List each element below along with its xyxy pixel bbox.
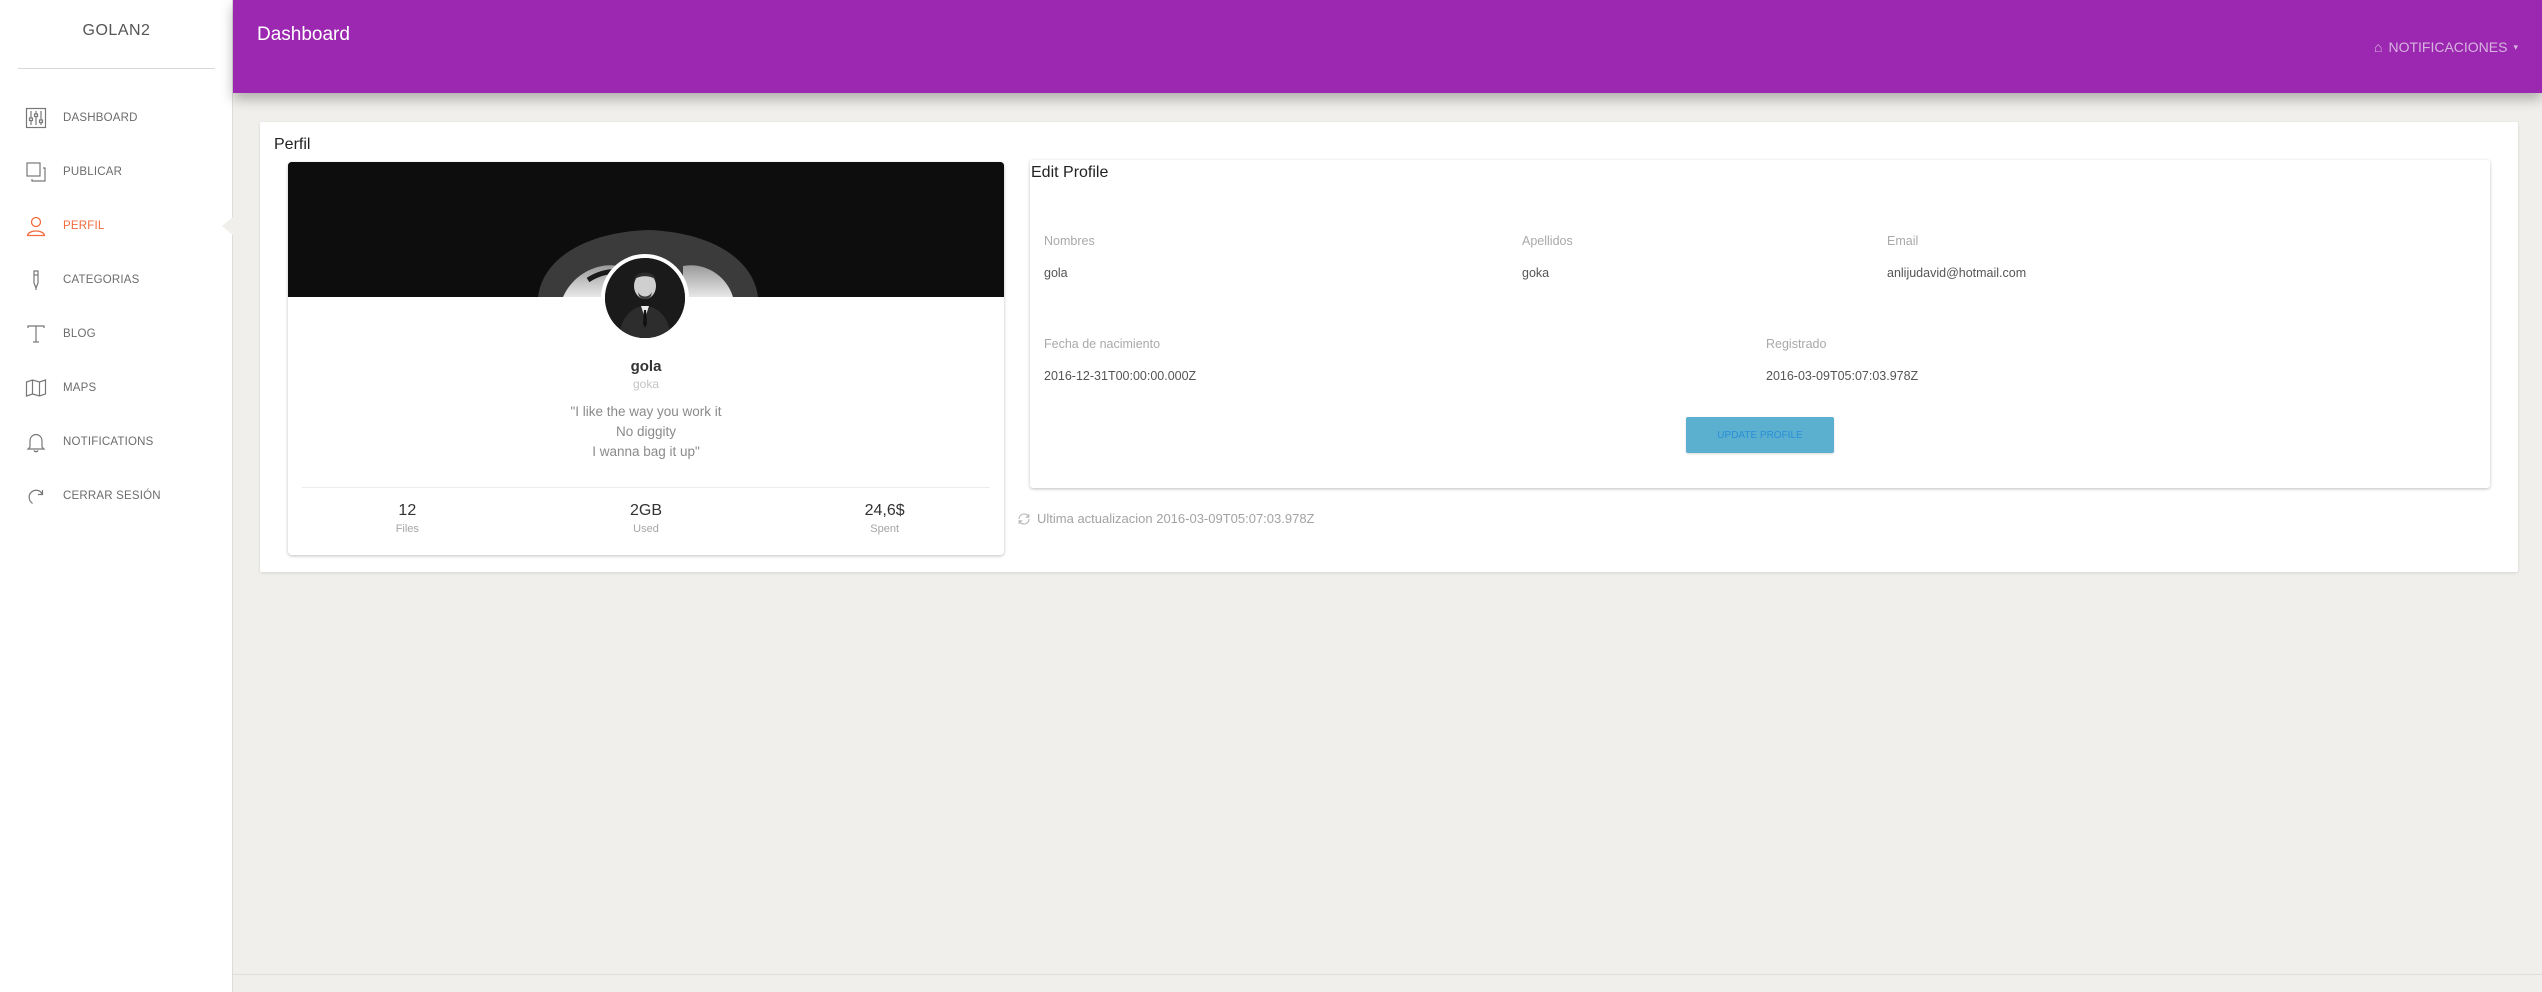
sidebar-item-label: MAPS — [63, 382, 97, 394]
quote-line: I wanna bag it up" — [592, 444, 700, 459]
page-header-title: Dashboard — [257, 24, 350, 45]
sidebar-item-label: BLOG — [63, 328, 96, 340]
field-label: Fecha de nacimiento — [1044, 337, 1161, 351]
edit-profile-title: Edit Profile — [1031, 164, 1109, 181]
sidebar-item-cerrar-sesion[interactable]: CERRAR SESIÓN — [0, 469, 233, 523]
sidebar-item-dashboard[interactable]: DASHBOARD — [0, 91, 233, 145]
quote-line: "I like the way you work it — [570, 404, 722, 419]
field-label: Apellidos — [1522, 234, 1573, 248]
text-icon — [24, 322, 48, 346]
sidebar: GOLAN2 DASHBOARD PUBLICAR PERFIL CATEGOR… — [0, 0, 234, 992]
page-title: Perfil — [274, 136, 311, 153]
copy-icon — [24, 160, 48, 184]
sliders-icon — [24, 106, 48, 130]
brand-divider — [18, 68, 215, 69]
stat-label: Spent — [870, 523, 900, 535]
sidebar-item-perfil[interactable]: PERFIL — [0, 199, 234, 253]
stat-value: 24,6$ — [864, 502, 905, 519]
sidebar-item-label: PUBLICAR — [63, 166, 123, 178]
stat-spent: 24,6$ Spent — [825, 502, 945, 535]
registrado-input[interactable]: 2016-03-09T05:07:03.978Z — [1766, 369, 2066, 387]
fecha-nacimiento-input[interactable]: 2016-12-31T00:00:00.000Z — [1044, 369, 1344, 387]
sidebar-item-label: CERRAR SESIÓN — [63, 490, 161, 502]
pen-icon — [24, 268, 48, 292]
last-update-text: Ultima actualizacion 2016-03-09T05:07:03… — [1037, 511, 1315, 526]
edit-profile-card: Edit Profile Nombres gola Apellidos goka… — [1030, 160, 2490, 488]
last-update-status: Ultima actualizacion 2016-03-09T05:07:03… — [1017, 511, 1315, 526]
update-profile-button[interactable]: Update Profile — [1686, 417, 1834, 453]
stat-used: 2GB Used — [586, 502, 706, 535]
stat-value: 2GB — [629, 502, 662, 519]
field-label: Email — [1887, 234, 1919, 248]
brand-logo[interactable]: GOLAN2 — [0, 22, 233, 40]
sidebar-item-categorias[interactable]: CATEGORIAS — [0, 253, 233, 307]
sidebar-nav: DASHBOARD PUBLICAR PERFIL CATEGORIAS BLO… — [0, 91, 234, 523]
sidebar-item-maps[interactable]: MAPS — [0, 361, 233, 415]
sidebar-item-blog[interactable]: BLOG — [0, 307, 233, 361]
user-icon — [24, 214, 48, 238]
sidebar-item-label: NOTIFICATIONS — [63, 436, 154, 448]
profile-name: gola — [630, 358, 662, 375]
logout-icon — [24, 484, 48, 508]
email-input[interactable]: anlijudavid@hotmail.com — [1887, 266, 2187, 284]
nombres-field: Nombres gola — [1044, 234, 1344, 284]
profile-panel: Perfil gola goka "I like the way you wor… — [260, 122, 2518, 572]
fecha-nacimiento-field: Fecha de nacimiento 2016-12-31T00:00:00.… — [1044, 337, 1344, 387]
field-label: Registrado — [1766, 337, 1827, 351]
profile-username: goka — [632, 377, 660, 391]
notifications-label: NOTIFICACIONES — [2388, 39, 2508, 55]
sidebar-item-notifications[interactable]: NOTIFICATIONS — [0, 415, 233, 469]
profile-card: gola goka "I like the way you work it No… — [288, 162, 1004, 555]
notifications-dropdown[interactable]: ⌂ NOTIFICACIONES ▾ — [2374, 39, 2518, 55]
divider — [302, 487, 990, 488]
sidebar-item-label: PERFIL — [63, 220, 105, 232]
caret-down-icon: ▾ — [2513, 41, 2518, 52]
map-icon — [24, 376, 48, 400]
apellidos-input[interactable]: goka — [1522, 266, 1822, 284]
profile-stats: 12 Files 2GB Used 24,6$ Spent — [288, 502, 1004, 535]
refresh-icon — [1018, 512, 1030, 525]
home-icon: ⌂ — [2373, 39, 2383, 55]
nombres-input[interactable]: gola — [1044, 266, 1344, 284]
top-bar: Dashboard ⌂ NOTIFICACIONES ▾ — [233, 0, 2542, 93]
avatar[interactable] — [601, 254, 689, 342]
registrado-field: Registrado 2016-03-09T05:07:03.978Z — [1766, 337, 2066, 387]
profile-quote: "I like the way you work it No diggity I… — [288, 402, 1004, 462]
apellidos-field: Apellidos goka — [1522, 234, 1822, 284]
stat-label: Files — [395, 523, 419, 535]
bell-icon — [24, 430, 48, 454]
email-field: Email anlijudavid@hotmail.com — [1887, 234, 2187, 284]
quote-line: No diggity — [615, 424, 677, 439]
field-label: Nombres — [1044, 234, 1095, 248]
stat-value: 12 — [398, 502, 417, 519]
stat-files: 12 Files — [347, 502, 467, 535]
sidebar-item-label: CATEGORIAS — [63, 274, 140, 286]
footer-divider — [233, 974, 2542, 975]
sidebar-item-label: DASHBOARD — [63, 112, 138, 124]
stat-label: Used — [633, 523, 659, 535]
sidebar-item-publicar[interactable]: PUBLICAR — [0, 145, 233, 199]
